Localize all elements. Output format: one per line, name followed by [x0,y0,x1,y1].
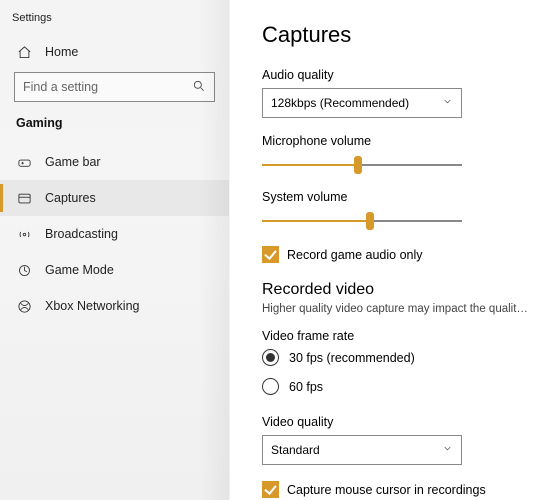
recorded-video-desc: Higher quality video capture may impact … [262,303,532,315]
mic-volume-label: Microphone volume [262,134,532,148]
sidebar-item-game-mode[interactable]: Game Mode [0,252,229,288]
main-pane: Captures Audio quality 128kbps (Recommen… [230,0,550,500]
sidebar-item-label: Broadcasting [45,227,118,241]
search-input-wrap[interactable] [14,72,215,102]
search-input[interactable] [23,80,192,94]
sys-volume-label: System volume [262,190,532,204]
sidebar-item-captures[interactable]: Captures [0,180,229,216]
fps-60-radio[interactable]: 60 fps [262,378,532,395]
slider-fill [262,164,358,166]
radio-unchecked-icon[interactable] [262,378,279,395]
home-label: Home [45,45,78,59]
gamebar-icon [16,154,32,170]
home-nav[interactable]: Home [0,36,229,68]
home-icon [16,44,32,60]
gamemode-icon [16,262,32,278]
xbox-icon [16,298,32,314]
sidebar-item-label: Game bar [45,155,101,169]
sidebar-item-label: Xbox Networking [45,299,140,313]
chevron-down-icon [442,96,453,110]
sys-volume-slider[interactable] [262,210,462,232]
slider-thumb[interactable] [354,156,362,174]
record-audio-only-row[interactable]: Record game audio only [262,246,532,263]
audio-quality-value: 128kbps (Recommended) [271,96,409,110]
audio-quality-select[interactable]: 128kbps (Recommended) [262,88,462,118]
sidebar-item-xbox-networking[interactable]: Xbox Networking [0,288,229,324]
chevron-down-icon [442,443,453,457]
slider-thumb[interactable] [366,212,374,230]
video-quality-select[interactable]: Standard [262,435,462,465]
video-quality-label: Video quality [262,415,532,429]
mic-volume-slider[interactable] [262,154,462,176]
sidebar-section: Gaming [0,112,229,138]
page-title: Captures [262,22,532,48]
capture-cursor-row[interactable]: Capture mouse cursor in recordings [262,481,532,498]
captures-icon [16,190,32,206]
fps-30-label: 30 fps (recommended) [289,351,415,365]
fps-60-label: 60 fps [289,380,323,394]
audio-quality-label: Audio quality [262,68,532,82]
recorded-video-heading: Recorded video [262,281,532,299]
radio-checked-icon[interactable] [262,349,279,366]
video-quality-value: Standard [271,443,320,457]
window-title: Settings [0,8,229,36]
search-icon [192,79,206,96]
sidebar-item-broadcasting[interactable]: Broadcasting [0,216,229,252]
fps-30-radio[interactable]: 30 fps (recommended) [262,349,532,366]
sidebar: Settings Home Gaming Game bar [0,0,230,500]
checkbox-checked-icon[interactable] [262,246,279,263]
broadcasting-icon [16,226,32,242]
sidebar-item-game-bar[interactable]: Game bar [0,144,229,180]
checkbox-checked-icon[interactable] [262,481,279,498]
sidebar-item-label: Game Mode [45,263,114,277]
capture-cursor-label: Capture mouse cursor in recordings [287,483,486,497]
sidebar-item-label: Captures [45,191,96,205]
slider-fill [262,220,370,222]
frame-rate-label: Video frame rate [262,329,532,343]
record-audio-only-label: Record game audio only [287,248,423,262]
sidebar-nav: Game bar Captures Broadcasting Game Mode [0,144,229,324]
